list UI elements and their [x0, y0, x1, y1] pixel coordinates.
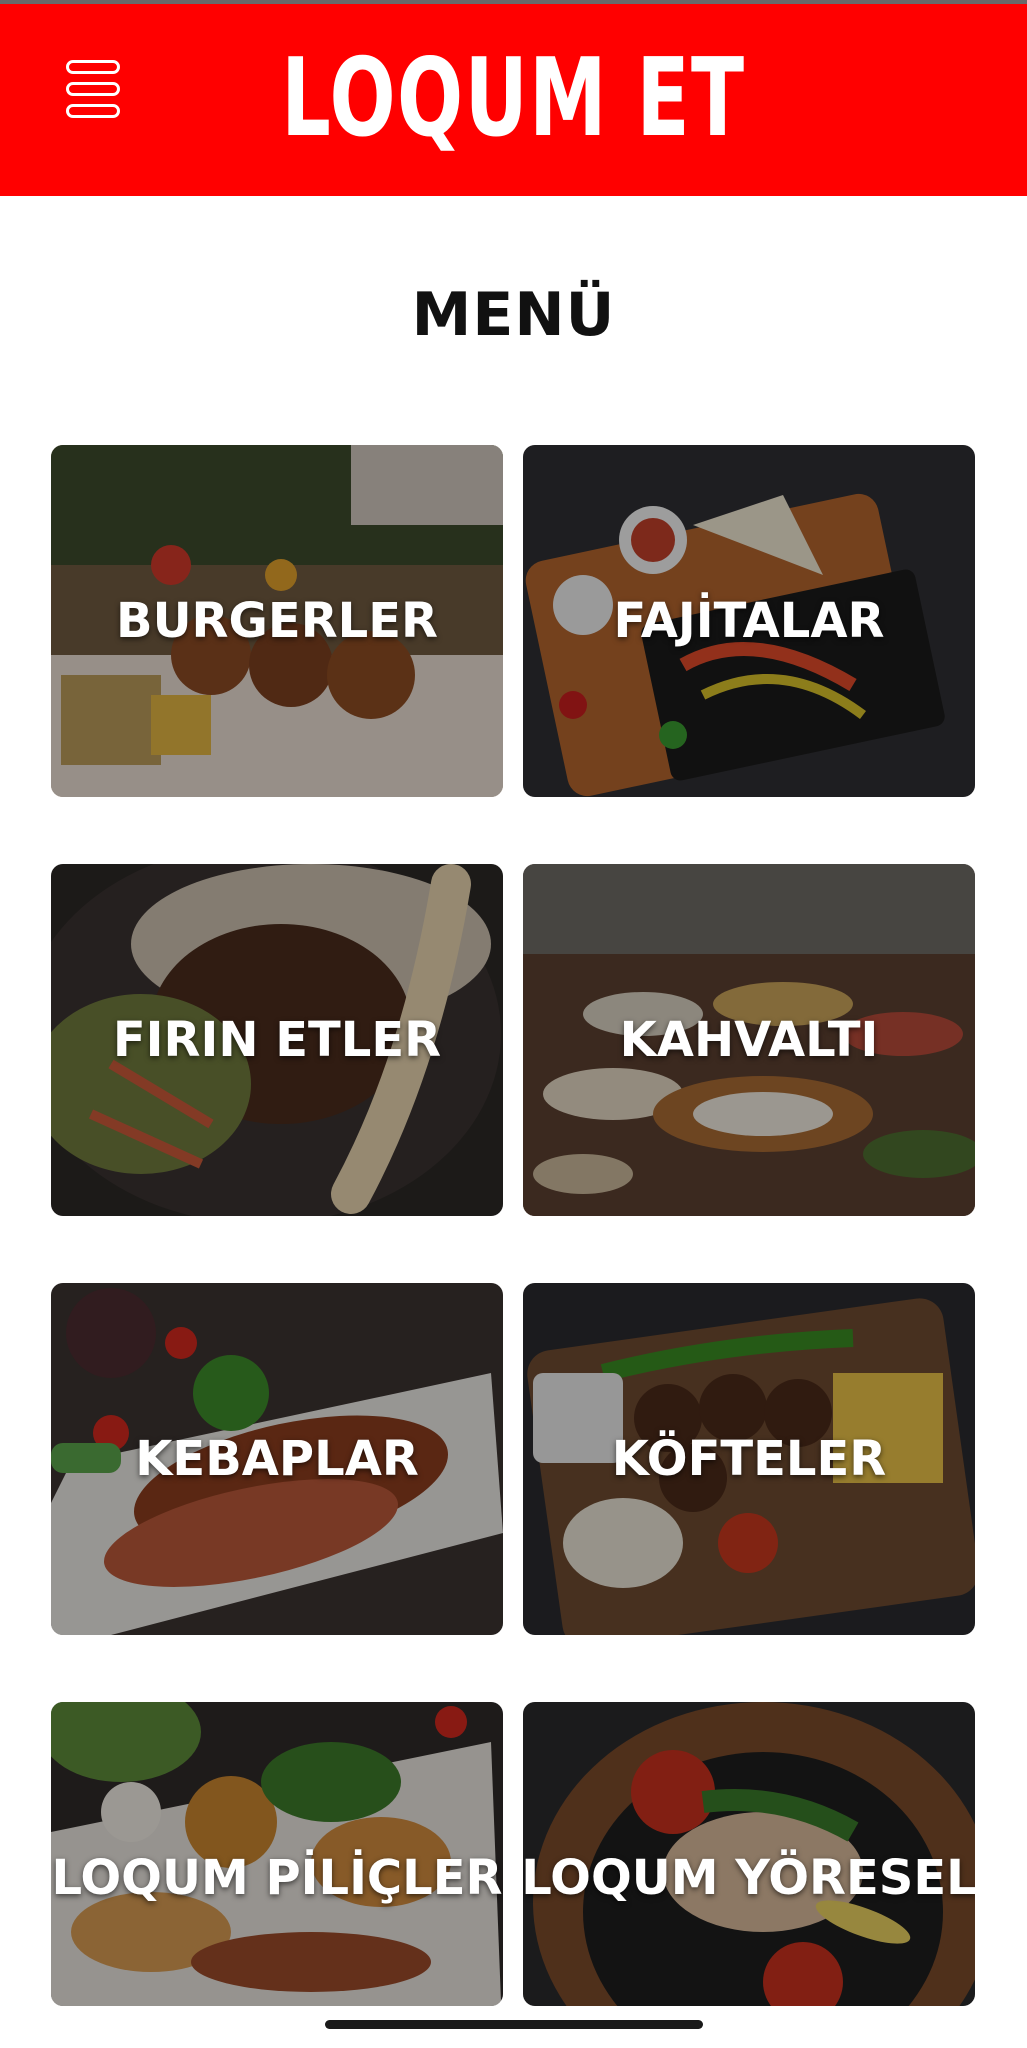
category-grid: BURGERLER FAJİTALAR FIRIN ETLER KAHVALTI… — [0, 0, 1027, 2048]
category-label: KEBAPLAR — [135, 1431, 419, 1487]
home-indicator[interactable] — [325, 2020, 703, 2029]
category-label: FIRIN ETLER — [112, 1012, 442, 1068]
category-label: BURGERLER — [115, 593, 438, 649]
category-label: FAJİTALAR — [613, 593, 885, 649]
category-label: KAHVALTI — [619, 1012, 879, 1068]
category-card-kahvalti[interactable]: KAHVALTI — [523, 864, 975, 1216]
category-card-kofteler[interactable]: KÖFTELER — [523, 1283, 975, 1635]
category-card-loqum-pilicler[interactable]: LOQUM PİLİÇLER — [51, 1702, 503, 2006]
category-card-fajitalar[interactable]: FAJİTALAR — [523, 445, 975, 797]
category-card-firin-etler[interactable]: FIRIN ETLER — [51, 864, 503, 1216]
category-label: LOQUM PİLİÇLER — [51, 1850, 503, 1906]
category-card-burgerler[interactable]: BURGERLER — [51, 445, 503, 797]
category-card-loqum-yoresel[interactable]: LOQUM YÖRESEL — [523, 1702, 975, 2006]
category-label: LOQUM YÖRESEL — [523, 1850, 975, 1906]
category-card-kebaplar[interactable]: KEBAPLAR — [51, 1283, 503, 1635]
category-label: KÖFTELER — [611, 1431, 887, 1487]
